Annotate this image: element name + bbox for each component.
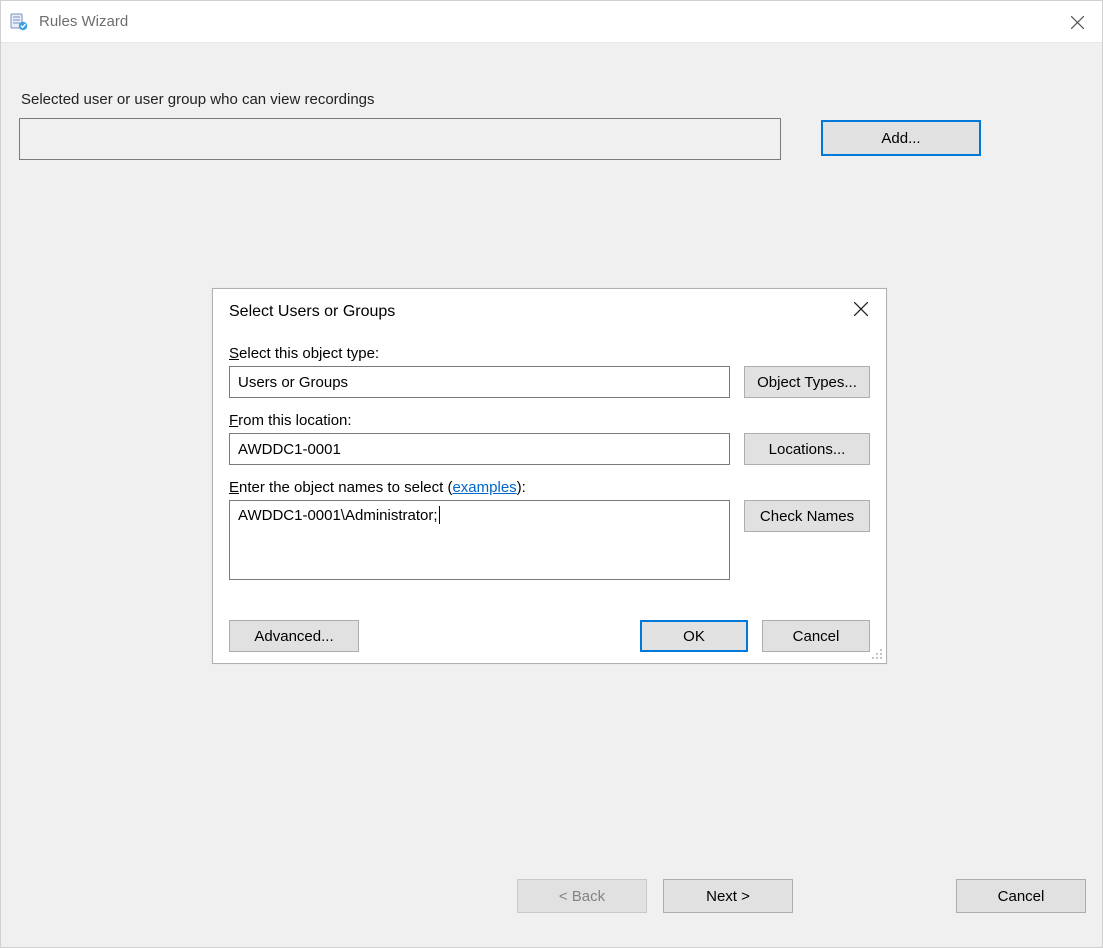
location-field: AWDDC1-0001 — [229, 433, 730, 465]
names-label-suffix: ): — [517, 479, 526, 496]
dialog-body: Select this object type: Users or Groups… — [229, 345, 870, 655]
wizard-footer: < Back Next > Cancel — [1, 879, 1102, 919]
dialog-title: Select Users or Groups — [229, 303, 395, 321]
add-button[interactable]: Add... — [821, 120, 981, 156]
selected-user-box[interactable] — [19, 118, 781, 160]
resize-grip[interactable] — [871, 648, 883, 660]
object-types-button[interactable]: Object Types... — [744, 366, 870, 398]
location-label: From this location: — [229, 412, 870, 429]
rules-wizard-window: Rules Wizard Selected user or user group… — [0, 0, 1103, 948]
check-names-button[interactable]: Check Names — [744, 500, 870, 532]
examples-link[interactable]: examples — [452, 479, 516, 496]
ok-button[interactable]: OK — [640, 620, 748, 652]
object-type-label: Select this object type: — [229, 345, 870, 362]
dialog-close-button[interactable] — [836, 289, 886, 329]
dialog-header: Select Users or Groups — [213, 289, 886, 335]
names-label-prefix: nter the object names to select ( — [239, 479, 452, 496]
object-names-input[interactable]: AWDDC1-0001\Administrator; — [229, 500, 730, 580]
locations-button[interactable]: Locations... — [744, 433, 870, 465]
window-title: Rules Wizard — [39, 13, 128, 30]
object-type-field: Users or Groups — [229, 366, 730, 398]
selected-user-label: Selected user or user group who can view… — [21, 91, 375, 108]
next-button[interactable]: Next > — [663, 879, 793, 913]
select-users-dialog: Select Users or Groups Select this objec… — [212, 288, 887, 664]
dialog-footer: Advanced... OK Cancel — [229, 617, 870, 655]
window-close-button[interactable] — [1052, 1, 1102, 43]
app-icon — [9, 12, 29, 32]
close-icon — [1071, 16, 1084, 29]
advanced-button[interactable]: Advanced... — [229, 620, 359, 652]
titlebar: Rules Wizard — [1, 1, 1102, 43]
cancel-button[interactable]: Cancel — [956, 879, 1086, 913]
close-icon — [854, 302, 868, 316]
text-caret — [439, 506, 440, 524]
back-button: < Back — [517, 879, 647, 913]
object-names-label: Enter the object names to select (exampl… — [229, 479, 870, 496]
dialog-cancel-button[interactable]: Cancel — [762, 620, 870, 652]
